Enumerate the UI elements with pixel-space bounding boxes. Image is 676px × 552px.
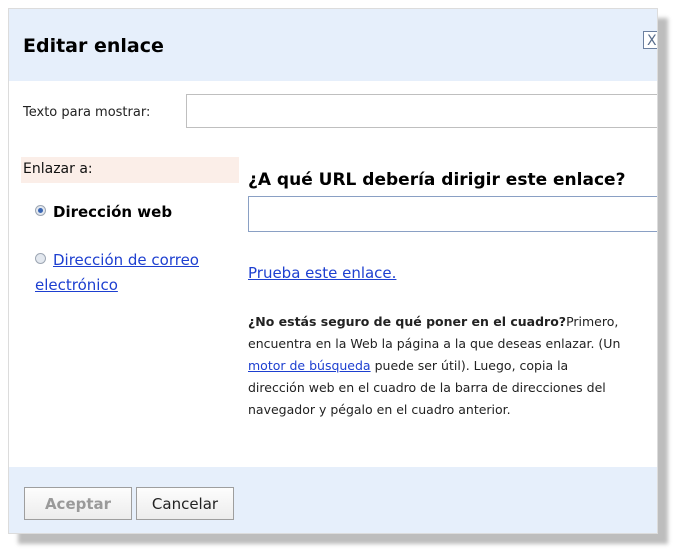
dialog-title: Editar enlace	[23, 35, 164, 57]
web-address-label: Dirección web	[53, 203, 173, 221]
display-text-input[interactable]	[186, 94, 657, 128]
help-lead: ¿No estás seguro de qué poner en el cuad…	[248, 314, 567, 329]
cancel-button[interactable]: Cancelar	[136, 487, 234, 520]
display-text-label: Texto para mostrar:	[23, 105, 151, 120]
option-email-address[interactable]: Dirección de correo electrónico	[35, 248, 235, 298]
edit-link-dialog: Editar enlace X Texto para mostrar: Enla…	[8, 8, 658, 534]
web-address-radio[interactable]	[35, 205, 46, 216]
close-icon[interactable]: X	[643, 31, 657, 49]
link-to-label: Enlazar a:	[21, 157, 239, 183]
search-engine-link[interactable]: motor de búsqueda	[248, 358, 371, 373]
email-address-radio[interactable]	[35, 253, 46, 264]
email-address-label[interactable]: Dirección de correo electrónico	[35, 251, 199, 294]
url-input[interactable]	[248, 196, 657, 232]
dialog-header: Editar enlace X	[9, 9, 657, 81]
accept-button[interactable]: Aceptar	[24, 487, 132, 520]
url-question-heading: ¿A qué URL debería dirigir este enlace?	[248, 170, 626, 190]
test-link[interactable]: Prueba este enlace.	[248, 264, 396, 282]
option-web-address[interactable]: Dirección web	[35, 203, 172, 221]
help-text: ¿No estás seguro de qué poner en el cuad…	[248, 311, 657, 421]
